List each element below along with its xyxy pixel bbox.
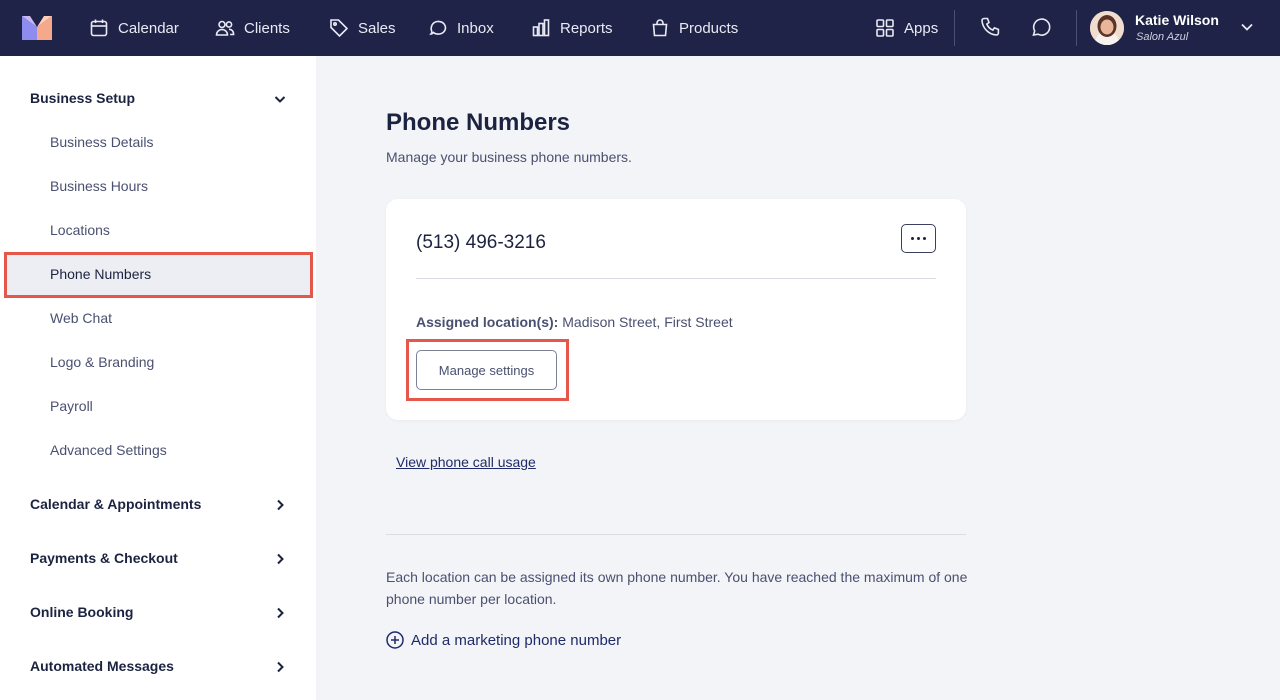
section-toggle[interactable] [272, 605, 288, 621]
topbar-divider [954, 10, 955, 46]
settings-sidebar: Business Setup Business Details Business… [0, 56, 316, 700]
chevron-right-icon [277, 553, 284, 565]
topbar-divider [1076, 10, 1077, 46]
page-title: Phone Numbers [386, 109, 571, 136]
more-dot [923, 237, 926, 240]
plus-circle-icon [386, 631, 404, 649]
sidebar-item-phone-numbers[interactable]: Phone Numbers [50, 266, 151, 282]
section-online-booking[interactable]: Online Booking [30, 604, 133, 620]
nav-apps-label: Apps [904, 19, 939, 37]
phone-icon [981, 17, 1000, 36]
app-logo[interactable] [22, 16, 52, 40]
chevron-down-icon [274, 96, 286, 103]
nav-sales-label: Sales [358, 19, 396, 37]
user-avatar[interactable] [1090, 11, 1124, 45]
chevron-down-icon [1241, 23, 1253, 31]
assigned-locations: Assigned location(s): Madison Street, Fi… [416, 314, 733, 330]
chat-bubble-icon [1032, 18, 1051, 37]
manage-settings-button[interactable]: Manage settings [416, 350, 557, 390]
nav-apps[interactable]: Apps [875, 0, 938, 56]
bar-chart-icon [532, 19, 550, 37]
section-automated-messages[interactable]: Automated Messages [30, 658, 174, 674]
calendar-icon [90, 19, 108, 37]
more-dot [917, 237, 920, 240]
sidebar-item-payroll[interactable]: Payroll [50, 398, 93, 414]
section-calendar-appointments[interactable]: Calendar & Appointments [30, 496, 201, 512]
inbox-icon [429, 20, 447, 35]
assigned-value: Madison Street, First Street [562, 314, 733, 330]
sidebar-item-logo-branding[interactable]: Logo & Branding [50, 354, 154, 370]
users-icon [215, 20, 235, 36]
card-divider [416, 278, 936, 279]
nav-reports-label: Reports [560, 19, 613, 37]
phone-button[interactable] [979, 16, 1003, 40]
chevron-right-icon [277, 499, 284, 511]
sidebar-item-business-details[interactable]: Business Details [50, 134, 154, 150]
nav-inbox[interactable]: Inbox [428, 0, 494, 56]
view-phone-call-usage-link[interactable]: View phone call usage [396, 454, 536, 470]
nav-calendar-label: Calendar [118, 19, 179, 37]
phone-number-card: (513) 496-3216 Assigned location(s): Mad… [386, 199, 966, 420]
nav-calendar[interactable]: Calendar [89, 0, 179, 56]
nav-reports[interactable]: Reports [531, 0, 613, 56]
page-subtitle: Manage your business phone numbers. [386, 149, 632, 165]
nav-clients[interactable]: Clients [215, 0, 290, 56]
user-name: Katie Wilson [1135, 12, 1219, 28]
section-toggle[interactable] [272, 91, 288, 107]
nav-products-label: Products [679, 19, 739, 37]
chat-button[interactable] [1030, 16, 1054, 40]
sidebar-item-business-hours[interactable]: Business Hours [50, 178, 148, 194]
section-payments-checkout[interactable]: Payments & Checkout [30, 550, 178, 566]
apps-grid-icon [876, 19, 894, 37]
user-org: Salon Azul [1136, 31, 1189, 43]
more-dot [911, 237, 914, 240]
chevron-right-icon [277, 661, 284, 673]
assigned-label: Assigned location(s): [416, 314, 559, 330]
add-marketing-number-link[interactable]: Add a marketing phone number [386, 631, 621, 649]
add-marketing-number-label: Add a marketing phone number [411, 631, 622, 649]
avatar-photo [1090, 11, 1124, 45]
nav-inbox-label: Inbox [457, 19, 494, 37]
nav-products[interactable]: Products [650, 0, 738, 56]
section-toggle[interactable] [272, 497, 288, 513]
section-business-setup[interactable]: Business Setup [30, 90, 135, 106]
sidebar-item-web-chat[interactable]: Web Chat [50, 310, 112, 326]
nav-clients-label: Clients [244, 19, 290, 37]
chevron-right-icon [277, 607, 284, 619]
tag-icon [330, 19, 349, 38]
phone-limit-info: Each location can be assigned its own ph… [386, 569, 968, 607]
user-menu-toggle[interactable] [1238, 18, 1256, 36]
section-toggle[interactable] [272, 659, 288, 675]
phone-number: (513) 496-3216 [416, 232, 546, 253]
section-toggle[interactable] [272, 551, 288, 567]
more-options-button[interactable] [901, 224, 936, 253]
section-divider [386, 534, 966, 535]
shopping-bag-icon [652, 19, 668, 37]
top-navigation-bar: Calendar Clients Sales Inbox Reports Pro… [0, 0, 1280, 56]
sidebar-item-locations[interactable]: Locations [50, 222, 110, 238]
sidebar-item-advanced-settings[interactable]: Advanced Settings [50, 442, 167, 458]
nav-sales[interactable]: Sales [329, 0, 396, 56]
